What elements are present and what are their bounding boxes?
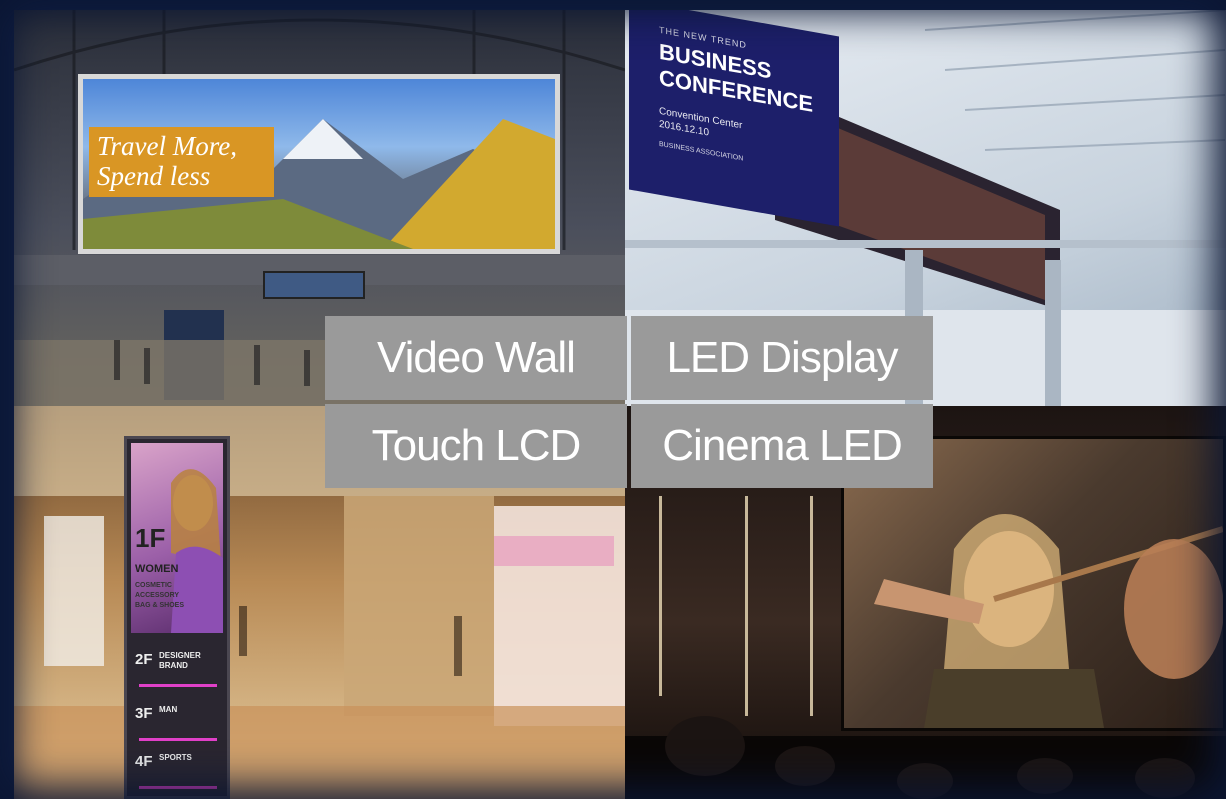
label-cinema-led[interactable]: Cinema LED	[631, 404, 933, 488]
billboard-display: Travel More, Spend less	[78, 74, 560, 254]
floor-number: 4F	[135, 753, 153, 770]
digital-directory-kiosk: 1F WOMEN COSMETIC ACCESSORY BAG & SHOES …	[124, 436, 230, 799]
floor-label: DESIGNER BRAND	[159, 651, 201, 670]
collage: Travel More, Spend less THE NEW TREND BU…	[0, 0, 1226, 799]
kiosk-description: COSMETIC ACCESSORY BAG & SHOES	[135, 582, 185, 609]
kiosk-floor-row[interactable]: 4F SPORTS	[133, 745, 223, 795]
floor-label: MAN	[159, 705, 178, 714]
floor-number: 3F	[135, 705, 153, 722]
category-labels: Video Wall LED Display Touch LCD Cinema …	[325, 316, 933, 490]
kiosk-category: WOMEN	[135, 563, 179, 575]
kiosk-floor-row[interactable]: 3F MAN	[133, 697, 223, 747]
floor-divider	[139, 684, 217, 687]
kiosk-floor-row[interactable]: 2F DESIGNER BRAND	[133, 643, 223, 693]
label-touch-lcd[interactable]: Touch LCD	[325, 404, 627, 488]
kiosk-floor-main: 1F	[135, 523, 166, 553]
floor-divider	[139, 738, 217, 741]
label-led-display[interactable]: LED Display	[631, 316, 933, 400]
billboard-slogan: Travel More, Spend less	[89, 127, 274, 197]
floor-label: SPORTS	[159, 753, 192, 762]
conference-banner: THE NEW TREND BUSINESS CONFERENCE Conven…	[629, 10, 839, 227]
floor-divider	[139, 786, 217, 789]
floor-number: 2F	[135, 651, 153, 668]
label-video-wall[interactable]: Video Wall	[325, 316, 627, 400]
